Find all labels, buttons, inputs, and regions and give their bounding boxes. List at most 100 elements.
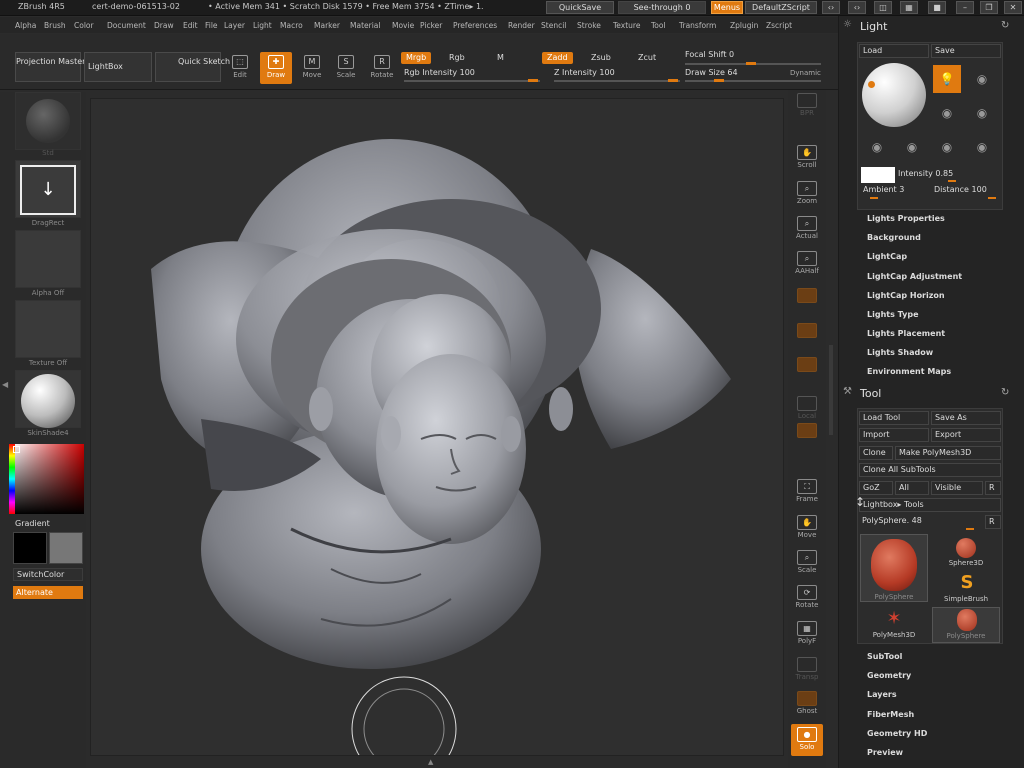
lights-properties-link[interactable]: Lights Properties [867,214,945,223]
zoom-button[interactable]: ⌕ Zoom [791,178,823,210]
lights-shadow-link[interactable]: Lights Shadow [867,348,933,357]
brush-thumbnail[interactable] [15,92,81,150]
light-bulb-icon[interactable]: ◉ [968,133,996,161]
make-polymesh3d-button[interactable]: Make PolyMesh3D [895,446,1001,460]
minimize-icon[interactable]: – [956,1,974,14]
layers-link[interactable]: Layers [867,690,897,699]
rotate-view-button[interactable]: ⟳ Rotate [791,582,823,614]
current-tool-handle[interactable] [966,528,974,530]
edit-tool-button[interactable]: ⬚ Edit [224,52,256,84]
menu-zplugin[interactable]: Zplugin [730,21,758,30]
lightbox-button[interactable]: LightBox [84,52,152,82]
ambient-handle[interactable] [870,197,878,199]
rotate-tool-button[interactable]: R Rotate [366,52,398,84]
switch-color-button[interactable]: SwitchColor [13,568,83,581]
tool-thumb-simplebrush[interactable]: S SimpleBrush [932,572,1000,606]
arrows-icon[interactable]: ‹› [848,1,866,14]
tray-divider-handle[interactable] [829,345,833,435]
draw-tool-button[interactable]: ✚ Draw [260,52,292,84]
goz-r-button[interactable]: R [985,481,1001,495]
arrows-icon[interactable]: ‹› [822,1,840,14]
menu-preferences[interactable]: Preferences [453,21,497,30]
fibermesh-link[interactable]: FiberMesh [867,710,914,719]
distance-slider[interactable]: Distance 100 [934,185,987,194]
ghost-button[interactable]: Ghost [791,688,823,720]
projection-master-button[interactable]: Projection Master [15,52,85,82]
focal-shift-slider[interactable]: Focal Shift 0 [685,50,734,59]
lsym-button[interactable] [791,354,823,386]
bpr-button[interactable]: BPR [791,90,823,122]
stroke-thumbnail[interactable]: ↓ [15,160,81,218]
restore-icon[interactable]: ❐ [980,1,998,14]
layout-icon[interactable]: ◫ [874,1,892,14]
z-intensity-handle[interactable] [668,79,678,82]
goz-button[interactable]: GoZ [859,481,893,495]
menu-draw[interactable]: Draw [154,21,174,30]
clone-all-subtools-button[interactable]: Clone All SubTools [859,463,1001,477]
move-tool-button[interactable]: M Move [296,52,328,84]
close-icon[interactable]: ✕ [1004,1,1022,14]
light-bulb-icon[interactable]: ◉ [863,133,891,161]
dynamic-toggle[interactable]: Dynamic [790,69,821,77]
menu-document[interactable]: Document [107,21,146,30]
default-zscript-button[interactable]: DefaultZScript [745,1,817,14]
menu-file[interactable]: File [205,21,218,30]
light-bulb-icon[interactable]: ◉ [933,99,961,127]
light-bulb-icon[interactable]: ◉ [898,133,926,161]
hue-strip[interactable] [9,444,15,514]
light-bulb-icon[interactable]: ◉ [968,65,996,93]
ambient-slider[interactable]: Ambient 3 [863,185,904,194]
zadd-button[interactable]: Zadd [542,52,573,64]
lightcap-adjustment-link[interactable]: LightCap Adjustment [867,272,962,281]
lock-icon[interactable]: ■ [928,1,946,14]
menu-texture[interactable]: Texture [613,21,640,30]
tool-r-button[interactable]: R [985,515,1001,529]
lightbox-tools-button[interactable]: Lightbox▸ Tools [859,498,1001,512]
frame-button[interactable]: ⛶ Frame [791,476,823,508]
menu-edit[interactable]: Edit [183,21,198,30]
goz-all-button[interactable]: All [895,481,929,495]
material-thumbnail[interactable] [15,370,81,428]
transp-button[interactable]: Transp [791,654,823,686]
current-tool-slider[interactable]: PolySphere. 48 [862,516,922,525]
z-intensity-track[interactable] [554,80,680,82]
bottom-tray-arrow-icon[interactable]: ▲ [428,758,448,766]
menu-tool[interactable]: Tool [651,21,666,30]
menu-macro[interactable]: Macro [280,21,303,30]
goz-visible-button[interactable]: Visible [931,481,983,495]
quick-sketch-button[interactable]: Quick Sketch [155,52,230,82]
menu-stroke[interactable]: Stroke [577,21,601,30]
geometry-link[interactable]: Geometry [867,671,911,680]
quicksave-button[interactable]: QuickSave [546,1,614,14]
rgb-intensity-slider[interactable]: Rgb Intensity 100 [404,68,475,77]
left-tray-arrow-icon[interactable]: ◀ [2,380,8,394]
menu-transform[interactable]: Transform [679,21,716,30]
menu-brush[interactable]: Brush [44,21,66,30]
light-sphere-preview[interactable] [862,63,926,127]
light-intensity-handle[interactable] [948,180,956,182]
menu-render[interactable]: Render [508,21,535,30]
light-position-marker[interactable] [868,81,875,88]
rgb-button[interactable]: Rgb [444,52,470,64]
secondary-color-swatch[interactable] [49,532,83,564]
xyz-button[interactable] [791,420,823,452]
document-canvas[interactable] [90,98,784,756]
light-load-button[interactable]: Load [859,44,929,58]
zcut-button[interactable]: Zcut [633,52,661,64]
draw-size-slider[interactable]: Draw Size 64 [685,68,738,77]
aahalf-button[interactable]: ⌕ AAHalf [791,248,823,280]
mrgb-button[interactable]: Mrgb [401,52,432,64]
preview-link[interactable]: Preview [867,748,903,757]
geometry-hd-link[interactable]: Geometry HD [867,729,927,738]
menu-layer[interactable]: Layer [224,21,245,30]
scale-tool-button[interactable]: S Scale [330,52,362,84]
subtool-link[interactable]: SubTool [867,652,902,661]
texture-thumbnail[interactable] [15,300,81,358]
tool-thumb-sphere3d[interactable]: Sphere3D [932,536,1000,570]
rgb-intensity-handle[interactable] [528,79,538,82]
menus-button[interactable]: Menus [711,1,743,14]
alternate-button[interactable]: Alternate [13,586,83,599]
light-color-swatch[interactable] [861,167,895,183]
distance-handle[interactable] [988,197,996,199]
see-through-slider[interactable]: See-through 0 [618,1,706,14]
